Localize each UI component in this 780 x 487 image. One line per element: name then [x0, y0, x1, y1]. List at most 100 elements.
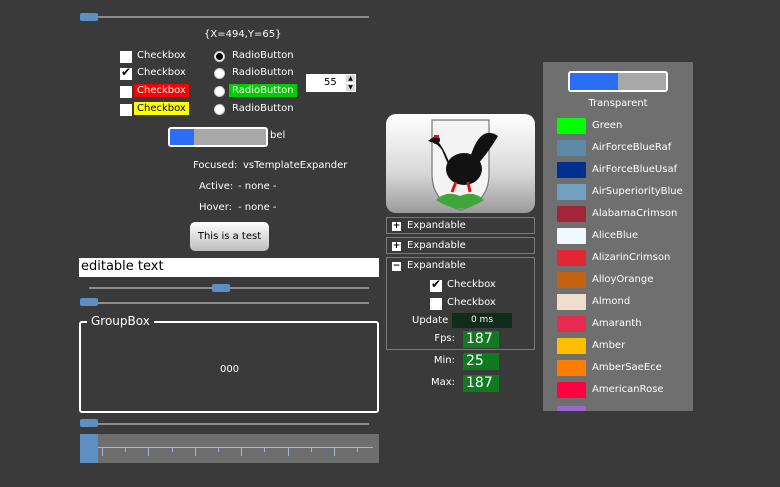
- color-name: AmberSaeEce: [592, 362, 662, 373]
- color-swatch: [557, 184, 586, 200]
- color-swatch: [557, 162, 586, 178]
- color-name: Green: [592, 120, 623, 131]
- color-palette-panel: Transparent Green AirForceBlueRaf AirForce…: [543, 62, 693, 411]
- color-name: AirForceBlueUsaf: [592, 164, 678, 175]
- radio-button[interactable]: [214, 68, 225, 79]
- color-name: AirForceBlueRaf: [592, 142, 672, 153]
- spinner-down-icon[interactable]: ▼: [346, 84, 355, 91]
- checkbox[interactable]: [120, 51, 132, 63]
- progress-bar: [168, 127, 268, 147]
- palette-progress-bar: [568, 71, 668, 92]
- emblem-button[interactable]: [386, 114, 535, 213]
- expander-label[interactable]: Expandable: [407, 220, 466, 231]
- color-swatch: [557, 382, 586, 398]
- progress-label: bel: [270, 130, 286, 141]
- radio-label[interactable]: RadioButton: [229, 84, 297, 97]
- spinner-up-icon[interactable]: ▲: [346, 75, 355, 82]
- radio-label[interactable]: RadioButton: [229, 66, 297, 79]
- color-swatch: [557, 228, 586, 244]
- color-swatch: [557, 250, 586, 266]
- groupbox-content: 000: [220, 364, 240, 375]
- update-label: Update: [412, 315, 449, 326]
- test-button[interactable]: This is a test: [190, 222, 269, 251]
- check-icon: ✔: [431, 277, 442, 291]
- top-slider-track[interactable]: [80, 16, 369, 18]
- editable-text-input[interactable]: editable text: [79, 258, 379, 277]
- second-slider-track[interactable]: [80, 302, 369, 304]
- expand-icon[interactable]: +: [392, 222, 401, 231]
- active-value: - none -: [238, 181, 277, 192]
- expander-checkbox[interactable]: [430, 298, 442, 310]
- stat-label: Fps:: [434, 333, 455, 344]
- checkbox[interactable]: [120, 86, 132, 98]
- radio-button[interactable]: [214, 51, 225, 62]
- spinner-value[interactable]: 55: [324, 77, 337, 88]
- collapse-icon[interactable]: −: [392, 262, 401, 271]
- stat-label: Max:: [430, 377, 455, 388]
- active-label: Active:: [199, 181, 234, 192]
- editable-text-value[interactable]: editable text: [81, 259, 164, 274]
- top-slider-handle[interactable]: [80, 13, 98, 21]
- bottom-slider-handle[interactable]: [80, 419, 98, 427]
- slider-tick: [310, 448, 312, 452]
- stat-value: 187: [463, 375, 499, 392]
- expander-checkbox-label[interactable]: Checkbox: [447, 297, 496, 308]
- palette-progress-fill: [570, 73, 618, 90]
- mid-slider-handle[interactable]: [212, 284, 231, 292]
- palette-next-swatch: [557, 406, 586, 411]
- color-swatch: [557, 338, 586, 354]
- expander[interactable]: + Expandable: [386, 237, 535, 254]
- slider-tick: [264, 448, 266, 452]
- check-icon: ✔: [121, 65, 132, 79]
- expander[interactable]: + Expandable: [386, 217, 535, 234]
- progress-fill: [170, 129, 194, 145]
- checkbox-label[interactable]: Checkbox: [134, 84, 189, 97]
- stat-value: 25: [463, 353, 499, 370]
- expander-label[interactable]: Expandable: [407, 260, 466, 271]
- color-name: Amaranth: [592, 318, 642, 329]
- update-value-text: 0 ms: [470, 315, 494, 325]
- radio-button[interactable]: [214, 86, 225, 97]
- groupbox: GroupBox 000: [79, 314, 379, 413]
- checkbox-label[interactable]: Checkbox: [134, 49, 189, 62]
- expand-icon[interactable]: +: [392, 242, 401, 251]
- focused-label: Focused:: [193, 160, 238, 171]
- number-spinner[interactable]: 55 ▲ ▼: [306, 74, 356, 92]
- slider-tick: [102, 448, 103, 456]
- grouse-crest-icon: [428, 119, 498, 211]
- radio-button[interactable]: [214, 104, 225, 115]
- color-swatch: [557, 206, 586, 222]
- slider-tick: [148, 448, 150, 456]
- color-name: Almond: [592, 296, 631, 307]
- color-swatch: [557, 118, 586, 134]
- checkbox-label[interactable]: Checkbox: [134, 102, 189, 115]
- slider-tick: [194, 448, 196, 456]
- test-button-label: This is a test: [197, 231, 262, 242]
- second-slider-handle[interactable]: [80, 298, 98, 306]
- big-slider[interactable]: [80, 434, 379, 463]
- radio-label[interactable]: RadioButton: [229, 49, 297, 62]
- color-swatch: [557, 316, 586, 332]
- checkbox[interactable]: ✔: [120, 65, 132, 80]
- color-name: AirSuperiorityBlue: [592, 186, 683, 197]
- slider-tick: [125, 448, 127, 452]
- checkbox-label[interactable]: Checkbox: [134, 66, 189, 79]
- expander-checkbox-label[interactable]: Checkbox: [447, 279, 496, 290]
- groupbox-title: GroupBox: [87, 314, 154, 328]
- stat-label: Min:: [433, 355, 455, 366]
- expander[interactable]: − Expandable ✔ Checkbox Checkbox: [386, 257, 535, 350]
- radio-label[interactable]: RadioButton: [229, 102, 297, 115]
- color-swatch: [557, 294, 586, 310]
- bottom-slider-track[interactable]: [80, 423, 369, 425]
- hover-label: Hover:: [199, 202, 233, 213]
- coords-label: {X=494,Y=65}: [204, 29, 282, 40]
- color-name: AlloyOrange: [592, 274, 654, 285]
- big-slider-handle[interactable]: [80, 434, 98, 463]
- checkbox[interactable]: [120, 104, 132, 116]
- expander-checkbox[interactable]: ✔: [430, 277, 442, 292]
- slider-tick: [241, 448, 243, 456]
- update-value: 0 ms: [452, 313, 512, 328]
- expander-label[interactable]: Expandable: [407, 240, 466, 251]
- palette-title: Transparent: [588, 98, 648, 109]
- color-swatch: [557, 140, 586, 156]
